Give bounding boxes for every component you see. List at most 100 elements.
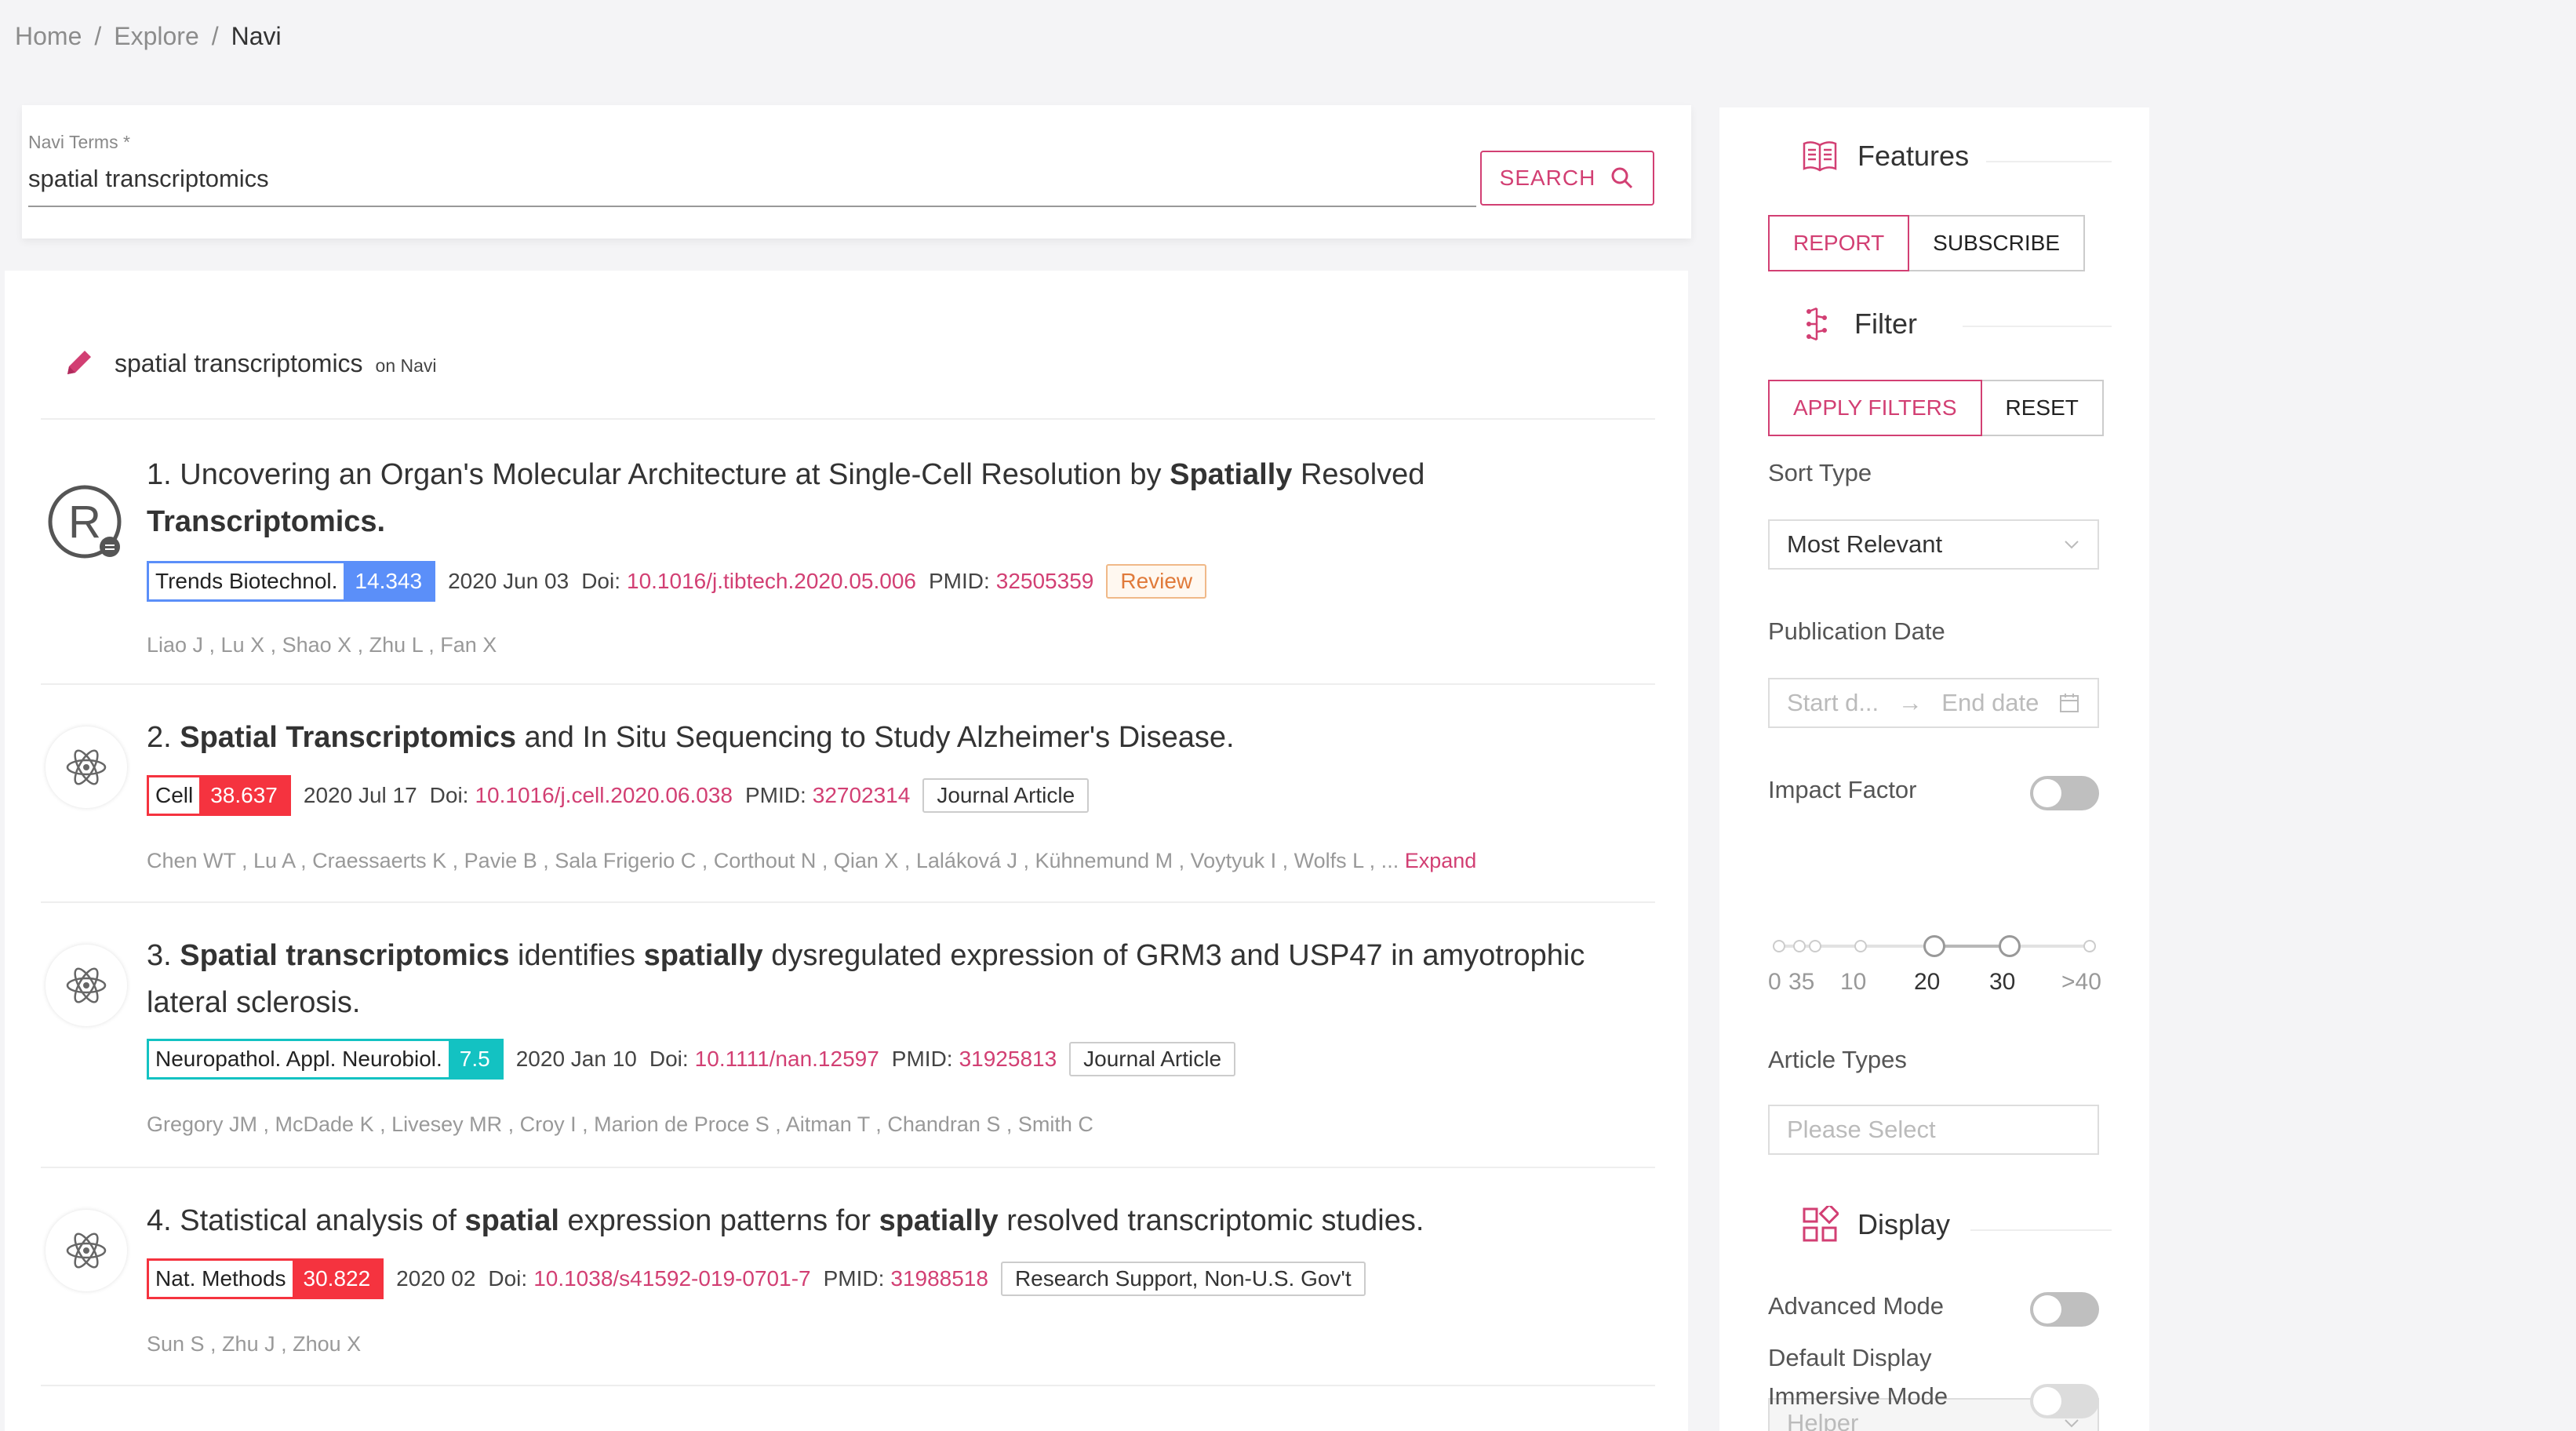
article-type-badge: Journal Article	[922, 778, 1090, 813]
slider-mark	[1809, 940, 1821, 952]
pub-date: 2020 Jun 03	[448, 569, 569, 593]
query-term: spatial transcriptomics	[115, 349, 363, 377]
breadcrumb-separator: /	[211, 22, 219, 50]
slider-handle-min[interactable]	[1923, 935, 1945, 957]
divider	[1970, 1229, 2112, 1231]
doi-link[interactable]: 10.1016/j.tibtech.2020.05.006	[627, 569, 916, 594]
advanced-mode-toggle[interactable]	[2030, 1292, 2099, 1327]
features-heading: Features	[1801, 139, 1969, 173]
slider-mark-label: 10	[1840, 969, 1867, 995]
calendar-icon	[2059, 694, 2079, 712]
slider-mark	[1793, 940, 1806, 952]
pmid-link[interactable]: 31925813	[959, 1047, 1057, 1072]
end-date-input[interactable]: End date	[1941, 689, 2039, 717]
divider	[41, 901, 1655, 903]
result-title[interactable]: 1. Uncovering an Organ's Molecular Archi…	[147, 451, 1637, 545]
slider-mark-label: 20	[1914, 969, 1941, 995]
pmid-label: PMID:	[928, 569, 990, 593]
doi-label: Doi:	[488, 1266, 528, 1291]
doi-link[interactable]: 10.1111/nan.12597	[695, 1047, 879, 1072]
journal-name: Neuropathol. Appl. Neurobiol.	[149, 1041, 449, 1077]
search-button-label: SEARCH	[1499, 166, 1596, 190]
result-meta: Trends Biotechnol. 14.343 2020 Jun 03 Do…	[147, 561, 1207, 602]
book-icon	[1803, 141, 1837, 172]
result-title[interactable]: 3. Spatial transcriptomics identifies sp…	[147, 932, 1637, 1026]
edit-pencil-icon[interactable]	[61, 346, 96, 381]
report-button[interactable]: REPORT	[1768, 215, 1910, 271]
slider-mark	[1854, 940, 1867, 952]
expand-authors-link[interactable]: Expand	[1405, 849, 1477, 872]
breadcrumb-explore[interactable]: Explore	[114, 22, 199, 51]
slider-mark-label: 30	[1989, 969, 2016, 995]
doi-label: Doi:	[581, 569, 620, 593]
impact-factor: 14.343	[344, 563, 434, 599]
breadcrumb: Home / Explore / Navi	[15, 22, 282, 51]
pmid-link[interactable]: 32702314	[813, 783, 911, 808]
impact-factor: 30.822	[292, 1261, 382, 1297]
doi-link[interactable]: 10.1038/s41592-019-0701-7	[533, 1266, 810, 1291]
divider	[41, 1167, 1655, 1168]
date-range-picker[interactable]: Start d... → End date	[1768, 678, 2099, 728]
arrow-right-icon: →	[1897, 689, 1923, 716]
sort-type-value: Most Relevant	[1787, 530, 1943, 558]
journal-badge[interactable]: Cell 38.637	[147, 775, 291, 816]
article-types-label: Article Types	[1768, 1046, 1907, 1073]
reset-button[interactable]: RESET	[1981, 380, 2104, 436]
divider	[1986, 161, 2112, 162]
immersive-mode-toggle[interactable]	[2030, 1384, 2099, 1418]
pub-date: 2020 02	[396, 1266, 476, 1291]
default-display-label: Default Display	[1768, 1344, 1932, 1371]
search-button[interactable]: SEARCH	[1480, 151, 1654, 206]
journal-name: Nat. Methods	[149, 1261, 293, 1297]
search-input[interactable]: spatial transcriptomics	[28, 165, 1476, 207]
slider-mark	[2083, 940, 2096, 952]
sort-type-label: Sort Type	[1768, 459, 1872, 486]
pub-date: 2020 Jul 17	[303, 783, 417, 807]
slider-mark-label: >40	[2061, 969, 2101, 995]
advanced-mode-label: Advanced Mode	[1768, 1292, 1945, 1320]
filter-icon	[1806, 307, 1827, 341]
filter-heading: Filter	[1801, 305, 1917, 343]
impact-factor-slider[interactable]	[1773, 935, 2096, 957]
grid-icon	[1803, 1206, 1839, 1242]
atom-icon	[45, 945, 127, 1026]
features-title: Features	[1857, 140, 1970, 172]
pmid-link[interactable]: 31988518	[890, 1266, 988, 1291]
display-heading: Display	[1801, 1206, 1950, 1243]
search-label: Navi Terms *	[28, 132, 130, 152]
query-suffix: on Navi	[375, 355, 437, 376]
divider	[1963, 326, 2112, 327]
journal-badge[interactable]: Neuropathol. Appl. Neurobiol. 7.5	[147, 1039, 504, 1080]
pmid-label: PMID:	[891, 1047, 953, 1071]
journal-name: Trends Biotechnol.	[149, 563, 344, 599]
author-list: Sun S , Zhu J , Zhou X	[147, 1332, 362, 1356]
breadcrumb-home[interactable]: Home	[15, 22, 82, 51]
journal-badge[interactable]: Trends Biotechnol. 14.343	[147, 561, 436, 602]
filter-title: Filter	[1854, 308, 1917, 340]
start-date-input[interactable]: Start d...	[1787, 689, 1879, 717]
atom-icon	[45, 1210, 127, 1291]
subscribe-button[interactable]: SUBSCRIBE	[1909, 215, 2085, 271]
sort-type-select[interactable]: Most Relevant	[1768, 519, 2099, 570]
journal-name: Cell	[149, 777, 200, 814]
journal-badge[interactable]: Nat. Methods 30.822	[147, 1258, 384, 1299]
doi-label: Doi:	[429, 783, 469, 807]
features-buttons: REPORT SUBSCRIBE	[1768, 215, 2085, 271]
article-type-badge: Review	[1106, 564, 1207, 599]
search-panel: Navi Terms * spatial transcriptomics SEA…	[22, 105, 1691, 238]
results-panel: spatial transcriptomics on Navi R 1. Unc…	[5, 271, 1688, 1431]
pmid-label: PMID:	[744, 783, 806, 807]
apply-filters-button[interactable]: APPLY FILTERS	[1768, 380, 1982, 436]
article-types-select[interactable]: Please Select	[1768, 1105, 2099, 1155]
doi-link[interactable]: 10.1016/j.cell.2020.06.038	[475, 783, 733, 808]
svg-text:R: R	[68, 497, 101, 548]
result-title[interactable]: 4. Statistical analysis of spatial expre…	[147, 1197, 1637, 1244]
filter-buttons: APPLY FILTERS RESET	[1768, 380, 2104, 436]
search-icon	[1611, 167, 1633, 189]
slider-handle-max[interactable]	[1999, 935, 2021, 957]
impact-factor-toggle[interactable]	[2030, 776, 2099, 810]
result-title[interactable]: 2. Spatial Transcriptomics and In Situ S…	[147, 714, 1637, 761]
pmid-link[interactable]: 32505359	[996, 569, 1094, 594]
article-type-badge: Research Support, Non-U.S. Gov't	[1000, 1262, 1366, 1296]
display-title: Display	[1857, 1208, 1951, 1240]
